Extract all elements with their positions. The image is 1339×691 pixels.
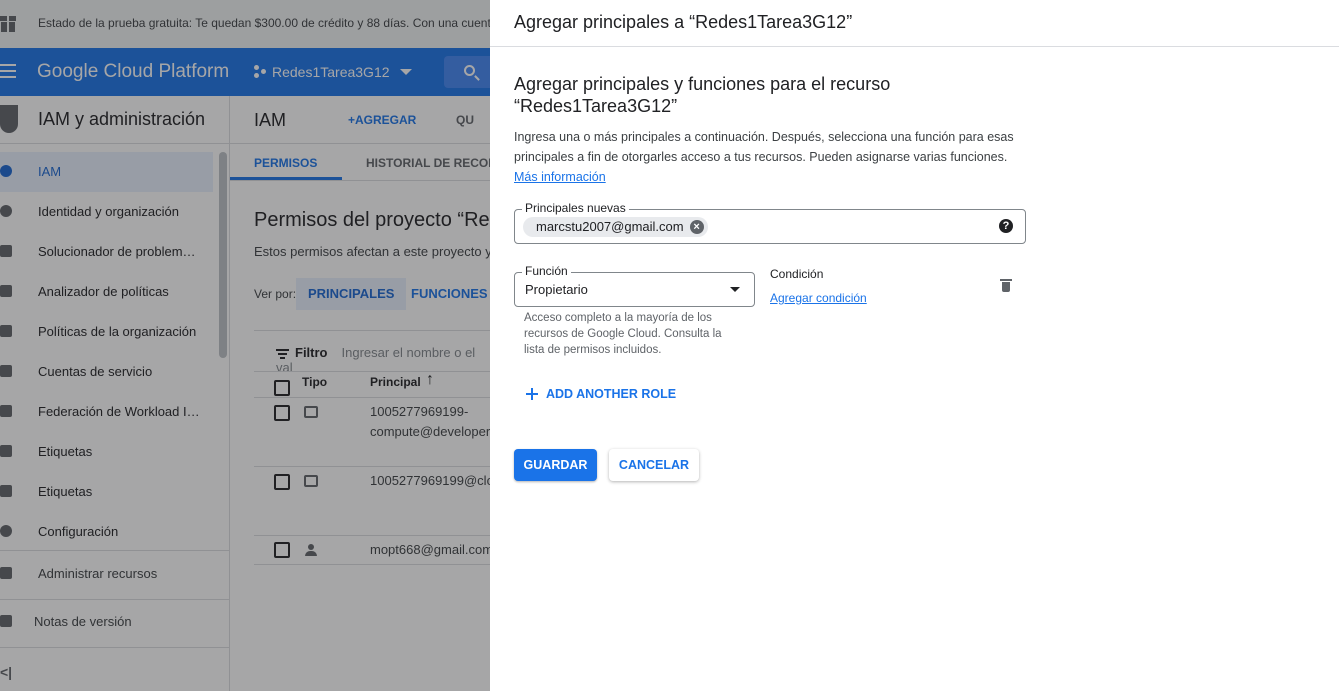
principal-chip-text: marcstu2007@gmail.com (536, 219, 684, 234)
new-principals-label: Principales nuevas (522, 201, 629, 215)
add-condition-link[interactable]: Agregar condición (770, 291, 867, 305)
role-value: Propietario (525, 282, 588, 297)
role-label: Función (522, 264, 571, 278)
principal-chip[interactable]: marcstu2007@gmail.com × (523, 217, 708, 237)
panel-header: Agregar principales a “Redes1Tarea3G12” (490, 0, 1339, 47)
cancel-button[interactable]: CANCELAR (609, 449, 699, 481)
role-select[interactable]: Función Propietario (514, 264, 755, 307)
more-info-link[interactable]: Más información (514, 170, 606, 184)
add-role-label: ADD ANOTHER ROLE (546, 387, 677, 401)
plus-icon (526, 388, 538, 400)
help-icon[interactable]: ? (999, 219, 1013, 233)
condition-title: Condición (770, 267, 824, 281)
remove-chip-icon[interactable]: × (689, 220, 704, 234)
delete-role-icon[interactable] (1000, 279, 1012, 293)
dropdown-caret-icon (730, 287, 740, 292)
add-principals-panel: Agregar principales a “Redes1Tarea3G12” … (490, 0, 1339, 691)
modal-scrim[interactable] (0, 0, 490, 691)
new-principals-field[interactable]: Principales nuevas marcstu2007@gmail.com… (514, 201, 1026, 244)
panel-title: Agregar principales a “Redes1Tarea3G12” (514, 12, 853, 32)
save-button[interactable]: GUARDAR (514, 449, 597, 481)
add-another-role-button[interactable]: ADD ANOTHER ROLE (526, 387, 676, 401)
intro-text: Ingresa una o más principales a continua… (514, 130, 1014, 164)
panel-heading: Agregar principales y funciones para el … (514, 74, 891, 116)
panel-intro: Ingresa una o más principales a continua… (514, 127, 1014, 187)
role-description: Acceso completo a la mayoría de los recu… (524, 312, 722, 356)
